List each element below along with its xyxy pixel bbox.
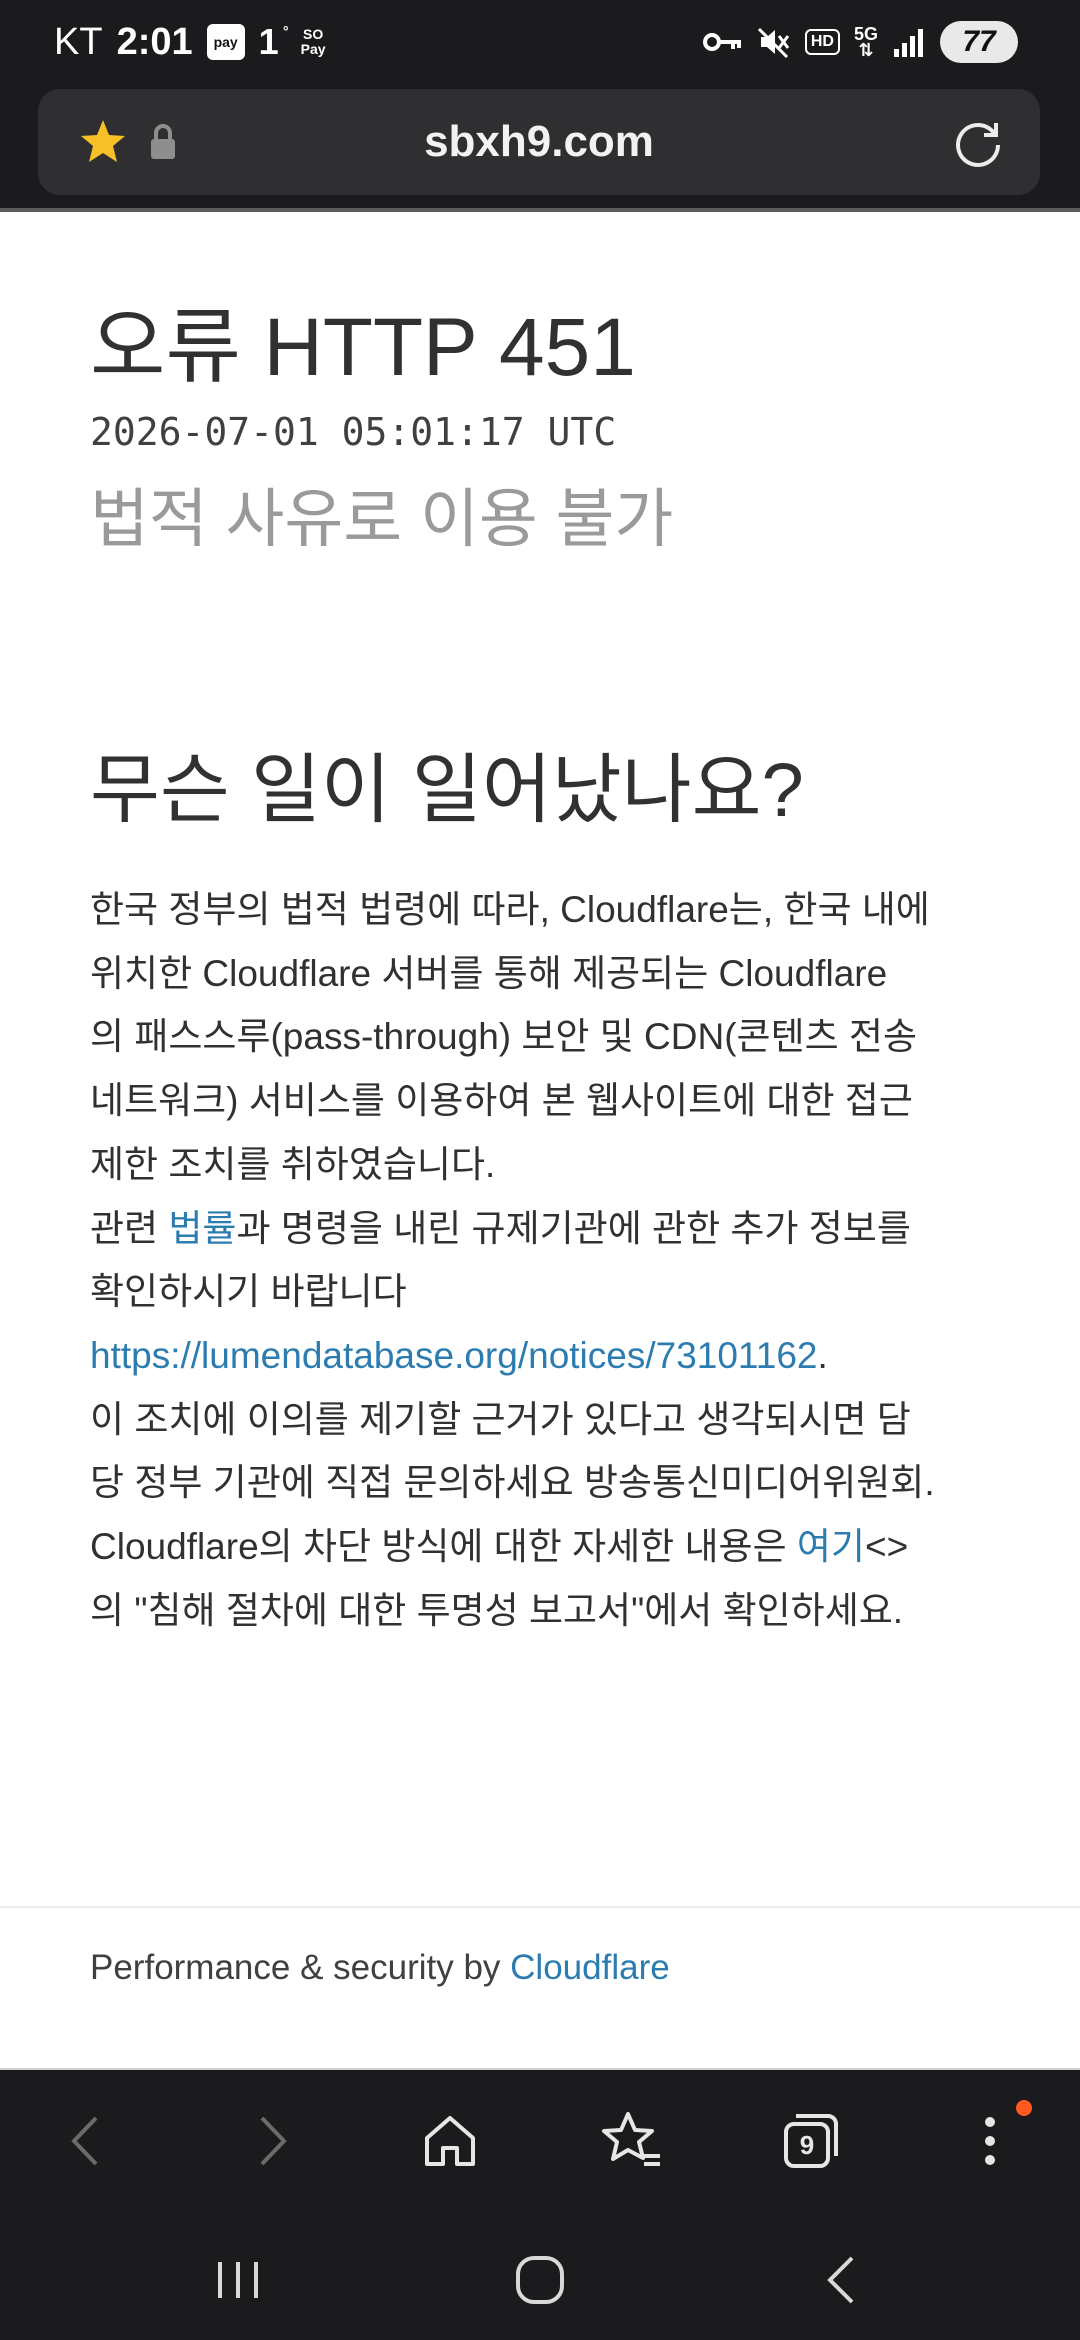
mute-icon xyxy=(757,27,790,59)
clock: 2:01 xyxy=(116,20,193,63)
notification-dot xyxy=(1016,2100,1032,2116)
explanation-paragraph: 한국 정부의 법적 법령에 따라, Cloudflare는, 한국 내에 위치한… xyxy=(90,878,1000,1642)
pay-icon: pay xyxy=(206,24,245,60)
error-subtitle: 법적 사유로 이용 불가 xyxy=(90,483,674,555)
carrier-label: KT xyxy=(54,20,103,63)
section-heading: 무슨 일이 일어났나요? xyxy=(90,748,804,833)
page-title: 오류 HTTP 451 xyxy=(90,302,636,393)
system-navigation-bar xyxy=(0,2210,1080,2340)
paragraph-line: 의 "침해 절차에 대한 투명성 보고서"에서 확인하세요. xyxy=(90,1589,904,1631)
here-link[interactable]: 여기 xyxy=(797,1526,865,1567)
more-menu-icon[interactable] xyxy=(955,2106,1025,2176)
paragraph-line: 제한 조치를 취하였습니다. xyxy=(90,1143,496,1185)
paragraph-line: 네트워크) 서비스를 이용하여 본 웹사이트에 대한 접근 xyxy=(90,1080,913,1122)
cloudflare-link[interactable]: Cloudflare xyxy=(510,1948,670,1987)
forward-icon[interactable] xyxy=(236,2106,306,2176)
page-footer: Performance & security by Cloudflare xyxy=(90,1948,670,1987)
status-bar: KT 2:01 pay 1 ° SO Pay HD 5G ⇅ 77 xyxy=(0,0,1080,84)
home-icon[interactable] xyxy=(415,2106,485,2176)
url-text[interactable]: sbxh9.com xyxy=(38,89,1040,195)
recent-apps-icon[interactable] xyxy=(208,2250,268,2310)
hd-voice-icon: HD xyxy=(804,29,840,55)
block-info-line: Cloudflare의 차단 방식에 대한 자세한 내용은 여기<> xyxy=(90,1526,909,1568)
weather-temperature: 1 ° xyxy=(258,21,289,62)
vpn-key-icon xyxy=(702,33,741,51)
law-info-line: 관련 법률과 명령을 내린 규제기관에 관한 추가 정보를 xyxy=(90,1207,911,1249)
browser-bottom-bar: 9 xyxy=(0,2070,1080,2210)
network-5g-icon: 5G ⇅ xyxy=(853,24,878,60)
paragraph-line: 확인하시기 바랍니다 xyxy=(90,1271,407,1313)
paragraph-line: 이 조치에 이의를 제기할 근거가 있다고 생각되시면 담 xyxy=(90,1398,911,1440)
error-timestamp: 2026-07-01 05:01:17 UTC xyxy=(90,410,617,454)
footer-divider xyxy=(0,1906,1080,1908)
address-bar[interactable]: sbxh9.com xyxy=(38,89,1040,195)
tab-count: 9 xyxy=(799,2130,815,2160)
notice-url-line: https://lumendatabase.org/notices/731011… xyxy=(90,1334,828,1376)
law-link[interactable]: 법률 xyxy=(168,1208,236,1249)
reload-icon[interactable] xyxy=(950,115,1006,171)
sopay-icon: SO Pay xyxy=(300,26,326,57)
home-nav-icon[interactable] xyxy=(510,2250,570,2310)
back-icon[interactable] xyxy=(52,2106,122,2176)
battery-icon: 77 xyxy=(940,21,1018,63)
back-nav-icon[interactable] xyxy=(812,2250,872,2310)
paragraph-line: 당 정부 기관에 직접 문의하세요 방송통신미디어위원회. xyxy=(90,1462,935,1504)
paragraph-line: 한국 정부의 법적 법령에 따라, Cloudflare는, 한국 내에 xyxy=(90,889,930,930)
notice-link[interactable]: https://lumendatabase.org/notices/731011… xyxy=(90,1335,818,1376)
signal-icon xyxy=(894,29,923,57)
paragraph-line: 위치한 Cloudflare 서버를 통해 제공되는 Cloudflare xyxy=(90,952,888,994)
paragraph-line: 의 패스스루(pass-through) 보안 및 CDN(콘텐츠 전송 xyxy=(90,1016,918,1058)
browser-toolbar: sbxh9.com xyxy=(0,84,1080,208)
bookmarks-icon[interactable] xyxy=(596,2106,666,2176)
toolbar-divider xyxy=(0,208,1080,212)
tabs-button[interactable]: 9 xyxy=(776,2106,846,2176)
